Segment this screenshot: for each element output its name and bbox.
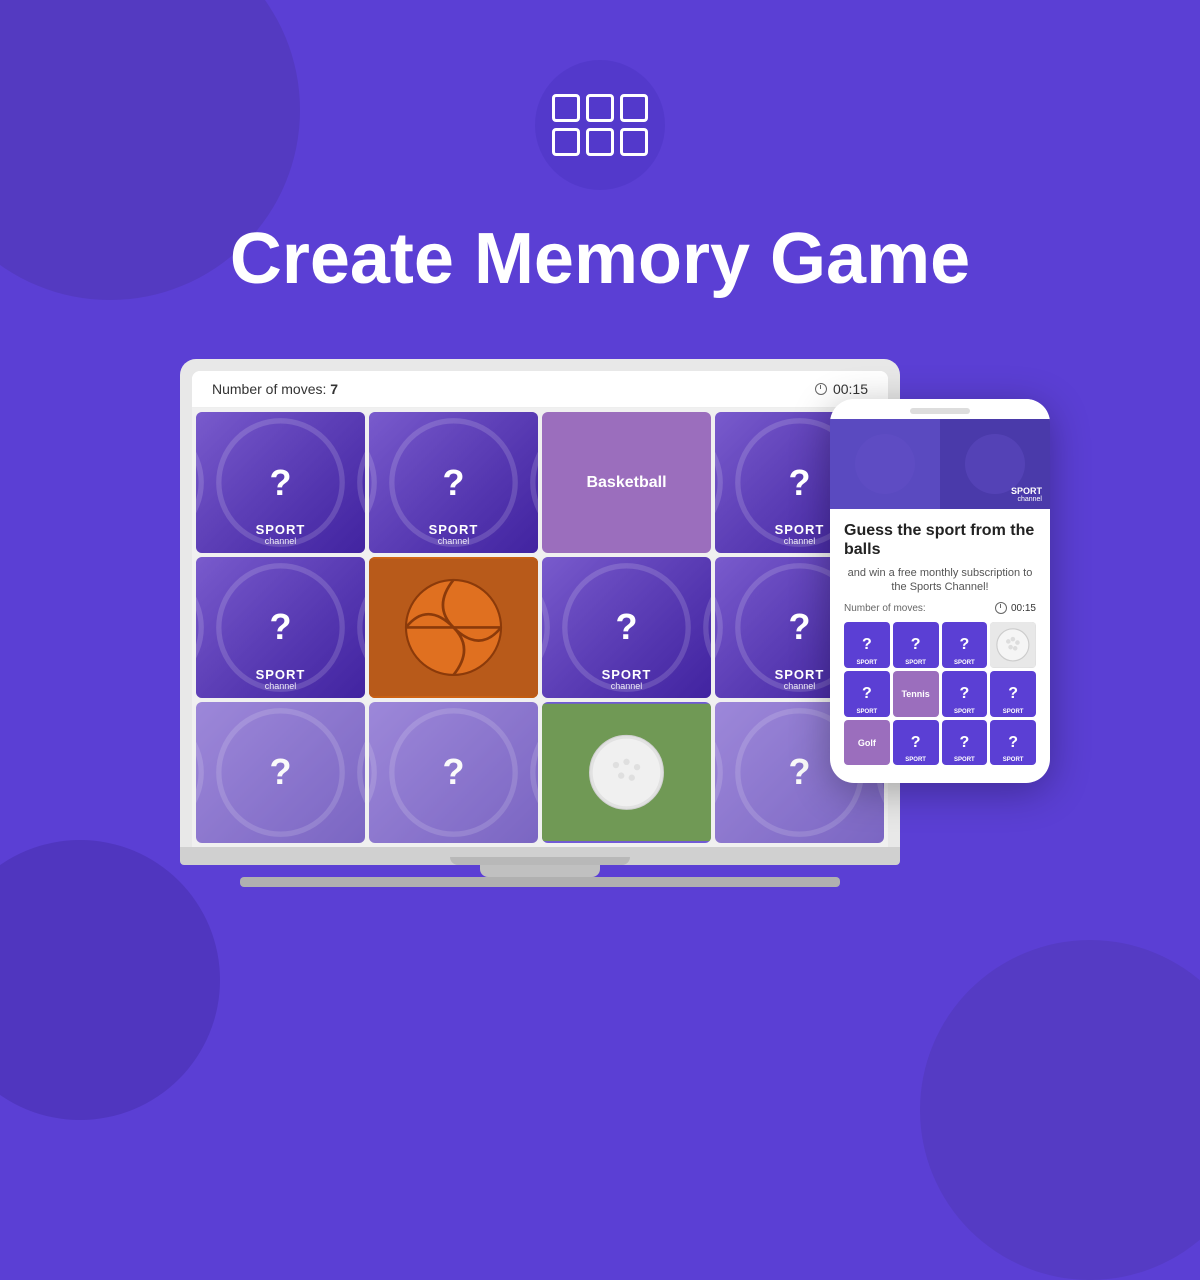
- phone-clock-icon: [995, 602, 1007, 614]
- card-sport-label: SPORT channel: [196, 523, 365, 547]
- game-card-6-basketball-photo[interactable]: [369, 557, 538, 698]
- logo-cell: [586, 94, 614, 122]
- logo-cell: [552, 94, 580, 122]
- logo-cell: [620, 128, 648, 156]
- timer-value: 00:15: [833, 381, 868, 397]
- phone-card-2[interactable]: ? SPORT: [893, 622, 939, 668]
- question-mark: ?: [789, 751, 811, 793]
- card-sport-label: SPORT channel: [542, 668, 711, 692]
- question-mark: ?: [270, 606, 292, 648]
- phone-card-label: SPORT: [954, 709, 975, 715]
- phone-question: ?: [1008, 685, 1018, 703]
- basketball-image: [369, 557, 538, 698]
- logo-circle: [535, 60, 665, 190]
- phone-question: ?: [959, 685, 969, 703]
- moves-label: Number of moves:: [212, 381, 326, 397]
- phone-card-label: SPORT: [954, 757, 975, 763]
- phone-hero-image: SPORT channel: [830, 419, 1050, 509]
- laptop-timer: 00:15: [815, 381, 868, 397]
- phone-card-8[interactable]: ? SPORT: [990, 671, 1036, 717]
- game-card-2[interactable]: ? SPORT channel: [369, 412, 538, 553]
- game-card-10[interactable]: ?: [369, 702, 538, 843]
- laptop-stand: [480, 865, 600, 877]
- laptop-moves-text: Number of moves: 7: [212, 381, 338, 397]
- question-mark: ?: [270, 751, 292, 793]
- game-card-5[interactable]: ? SPORT channel: [196, 557, 365, 698]
- phone-golf-text: Golf: [858, 738, 876, 748]
- phone-tennis-text: Tennis: [901, 689, 929, 699]
- phone-timer: 00:15: [995, 602, 1036, 614]
- phone-card-12[interactable]: ? SPORT: [990, 720, 1036, 766]
- phone-card-7[interactable]: ? SPORT: [942, 671, 988, 717]
- laptop-game-grid: ? SPORT channel ? SPORT channel: [192, 408, 888, 846]
- card-sport-label: SPORT channel: [715, 523, 884, 547]
- phone-card-11[interactable]: ? SPORT: [942, 720, 988, 766]
- laptop-header: Number of moves: 7 00:15: [192, 371, 888, 408]
- phone-game-grid: ? SPORT ? SPORT ? SPORT: [844, 622, 1036, 765]
- phone-game-subtitle: and win a free monthly subscription to t…: [844, 566, 1036, 595]
- phone-card-label: SPORT: [857, 709, 878, 715]
- phone-moves-label: Number of moves:: [844, 603, 926, 614]
- phone-card-label: SPORT: [954, 660, 975, 666]
- game-card-7[interactable]: ? SPORT channel: [542, 557, 711, 698]
- card-sport-label: SPORT channel: [196, 668, 365, 692]
- question-mark: ?: [789, 606, 811, 648]
- phone-sport-label: SPORT channel: [1011, 486, 1042, 503]
- phone-question: ?: [911, 734, 921, 752]
- phone-card-3[interactable]: ? SPORT: [942, 622, 988, 668]
- question-mark: ?: [616, 606, 638, 648]
- laptop-foot: [240, 877, 840, 887]
- phone-card-label: SPORT: [905, 660, 926, 666]
- phone-sport-big: SPORT: [1011, 486, 1042, 496]
- phone-sport-small: channel: [1011, 496, 1042, 503]
- phone-question: ?: [862, 636, 872, 654]
- laptop-screen-outer: Number of moves: 7 00:15 ?: [180, 359, 900, 846]
- phone-question: ?: [959, 734, 969, 752]
- logo-grid: [552, 94, 648, 156]
- laptop-screen-inner: Number of moves: 7 00:15 ?: [192, 371, 888, 846]
- game-card-3-revealed[interactable]: Basketball: [542, 412, 711, 553]
- phone-card-9-golf[interactable]: Golf: [844, 720, 890, 766]
- phone-timer-value: 00:15: [1011, 603, 1036, 614]
- phone-card-label: SPORT: [1003, 757, 1024, 763]
- laptop-mockup: Number of moves: 7 00:15 ?: [180, 359, 900, 886]
- phone-question: ?: [1008, 734, 1018, 752]
- logo-cell: [620, 94, 648, 122]
- clock-icon: [815, 383, 827, 395]
- question-mark: ?: [443, 751, 465, 793]
- bg-decoration-br: [920, 940, 1200, 1280]
- phone-card-label: SPORT: [857, 660, 878, 666]
- game-card-9[interactable]: ?: [196, 702, 365, 843]
- phone-card-1[interactable]: ? SPORT: [844, 622, 890, 668]
- main-container: Create Memory Game Number of moves: 7 00…: [0, 0, 1200, 959]
- card-sport-label: SPORT channel: [369, 523, 538, 547]
- phone-card-label: SPORT: [905, 757, 926, 763]
- phone-moves-row: Number of moves: 00:15: [844, 602, 1036, 614]
- logo-cell: [586, 128, 614, 156]
- phone-card-6-tennis[interactable]: Tennis: [893, 671, 939, 717]
- phone-card-10[interactable]: ? SPORT: [893, 720, 939, 766]
- logo-cell: [552, 128, 580, 156]
- page-title: Create Memory Game: [230, 220, 970, 299]
- moves-value: 7: [330, 381, 338, 397]
- phone-notch-bar: [910, 408, 970, 414]
- phone-question: ?: [959, 636, 969, 654]
- phone-content: Guess the sport from the balls and win a…: [830, 509, 1050, 773]
- phone-card-label: SPORT: [1003, 709, 1024, 715]
- card-sport-label: SPORT channel: [715, 668, 884, 692]
- laptop-base: [180, 847, 900, 865]
- devices-wrapper: Number of moves: 7 00:15 ?: [150, 359, 1050, 959]
- game-card-11-partial-photo[interactable]: [542, 702, 711, 843]
- card-text-basketball: Basketball: [586, 474, 666, 492]
- question-mark: ?: [443, 462, 465, 504]
- question-mark: ?: [789, 462, 811, 504]
- phone-card-4-photo[interactable]: [990, 622, 1036, 668]
- phone-question: ?: [911, 636, 921, 654]
- question-mark: ?: [270, 462, 292, 504]
- phone-mockup: SPORT channel Guess the sport from the b…: [830, 399, 1050, 783]
- game-card-1[interactable]: ? SPORT channel: [196, 412, 365, 553]
- phone-notch: [830, 399, 1050, 419]
